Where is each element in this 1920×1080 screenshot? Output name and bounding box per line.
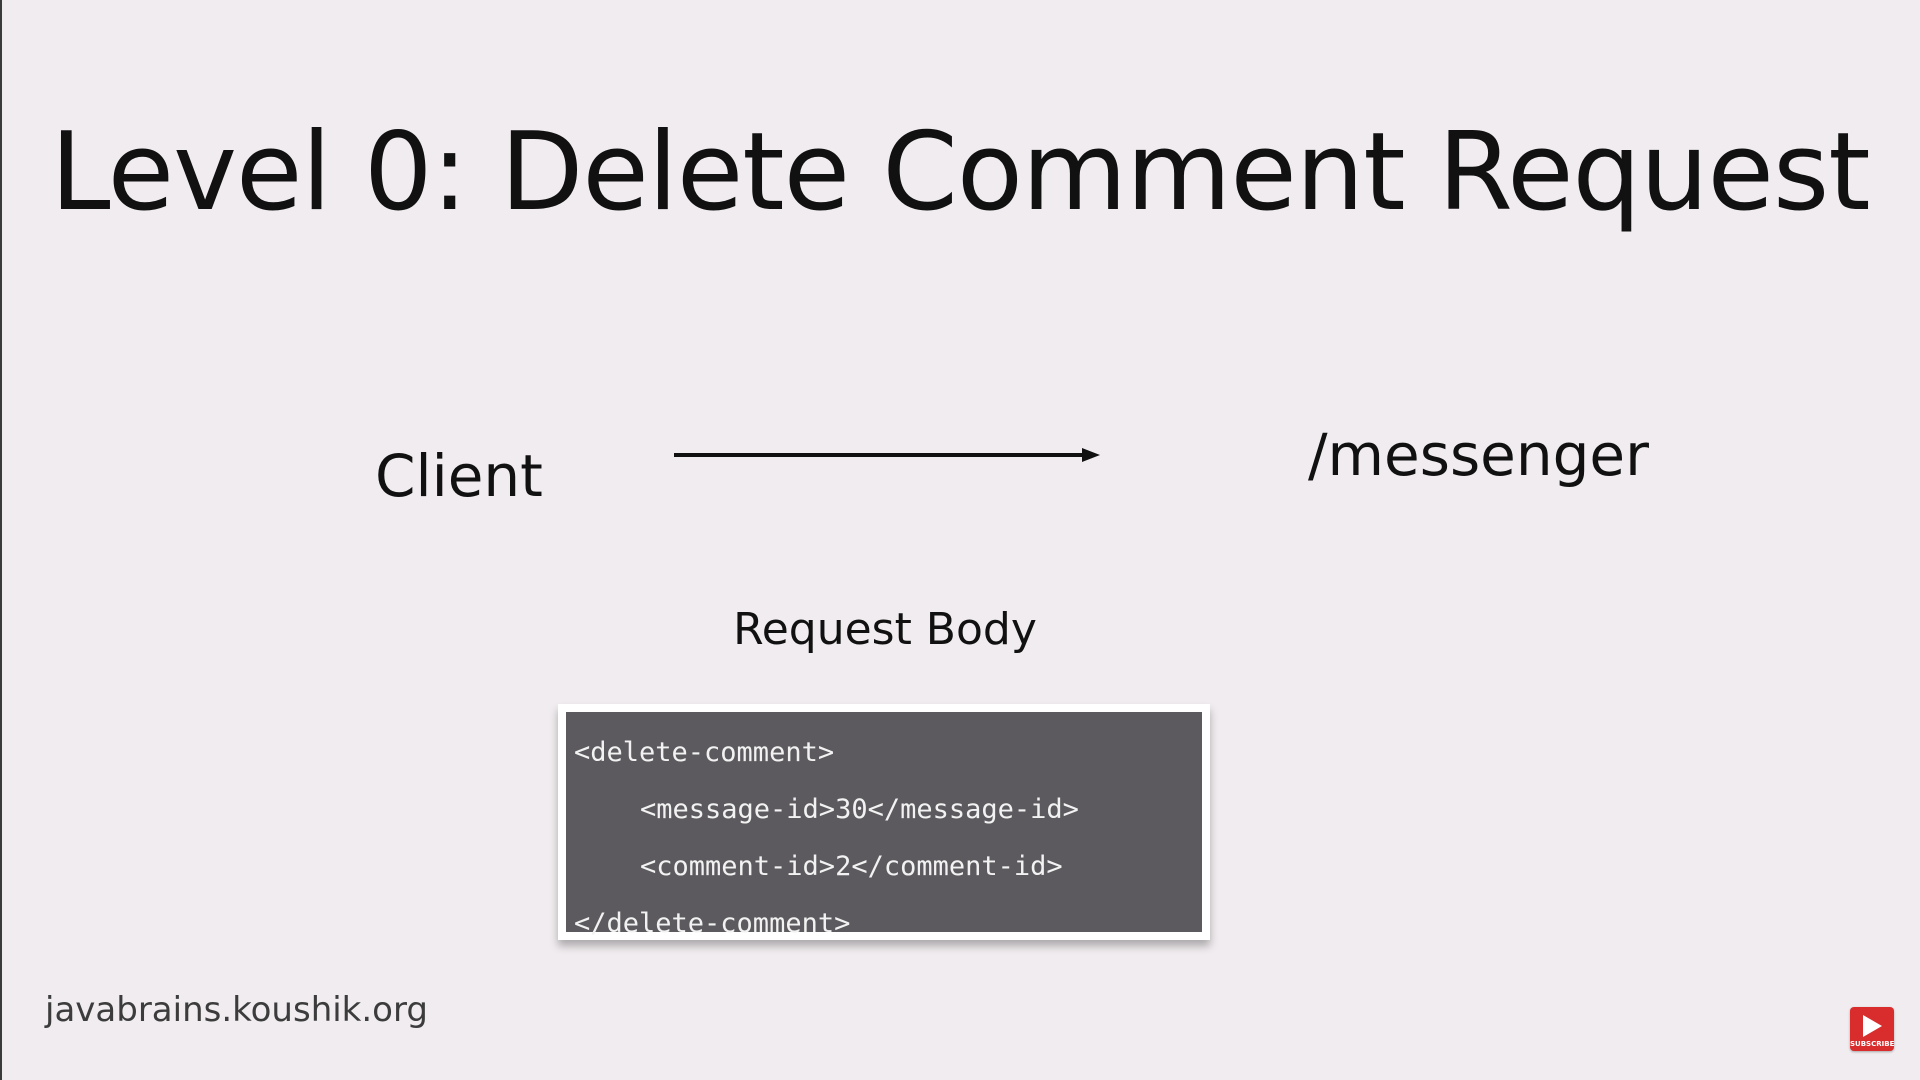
footer-url: javabrains.koushik.org bbox=[45, 990, 428, 1030]
code-line: <delete-comment> bbox=[574, 737, 835, 768]
slide-title: Level 0: Delete Comment Request bbox=[50, 110, 1870, 235]
code-block-frame: <delete-comment> <message-id>30</message… bbox=[558, 704, 1210, 940]
play-icon bbox=[1863, 1015, 1882, 1037]
code-block: <delete-comment> <message-id>30</message… bbox=[566, 712, 1202, 939]
endpoint-label: /messenger bbox=[1308, 421, 1649, 489]
slide: Level 0: Delete Comment Request Client /… bbox=[0, 0, 1920, 1080]
request-body-label: Request Body bbox=[733, 604, 1037, 655]
subscribe-label: SUBSCRIBE bbox=[1850, 1040, 1895, 1048]
code-line: <message-id>30</message-id> bbox=[640, 794, 1079, 825]
subscribe-button[interactable]: SUBSCRIBE bbox=[1850, 1007, 1894, 1051]
code-line: </delete-comment> bbox=[574, 908, 851, 939]
request-arrow bbox=[674, 448, 1100, 462]
code-line: <comment-id>2</comment-id> bbox=[640, 851, 1063, 882]
client-label: Client bbox=[375, 442, 543, 510]
